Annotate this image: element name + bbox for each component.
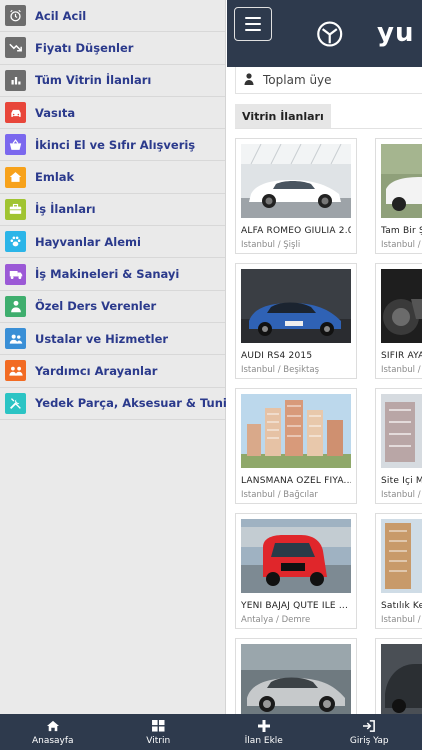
listing-card[interactable]: AUDI RS4 2015 İstanbul / Beşiktaş: [235, 263, 357, 379]
sidebar-item-is-ilanlari[interactable]: İş İlanları: [0, 194, 225, 227]
sidebar-item-label: Yedek Parça, Aksesuar & Tuning: [35, 396, 244, 411]
users-icon: [5, 328, 26, 350]
listing-photo: [381, 519, 422, 593]
truck-icon: [5, 263, 26, 285]
listing-location: İstanbul / Bağcılar: [241, 490, 318, 500]
home-icon: [46, 719, 60, 733]
listing-card[interactable]: [235, 638, 357, 714]
hamburger-menu-icon[interactable]: [234, 7, 272, 41]
grid-icon: [151, 719, 165, 733]
listing-title: YENİ BAJAJ QUTE İLE ...: [241, 601, 349, 611]
listing-photo: [241, 644, 351, 714]
brand-name: yu: [377, 18, 415, 48]
main-content: yu Toplam üye Vitrin İlanları ALFA ROMEO…: [227, 0, 422, 714]
paw-icon: [5, 231, 26, 253]
sidebar-item-ustalar[interactable]: Ustalar ve Hizmetler: [0, 323, 225, 356]
listing-card[interactable]: YENİ BAJAJ QUTE İLE ... Antalya / Demre: [235, 513, 357, 629]
tab-divider: [235, 128, 422, 129]
teacher-icon: [5, 295, 26, 317]
listing-title: Site İçi M: [381, 476, 422, 486]
listing-card[interactable]: Site İçi M İstanbul /: [375, 388, 422, 504]
listing-title: SIFIR AYA: [381, 351, 422, 361]
listing-photo: [381, 144, 422, 218]
listing-title: AUDI RS4 2015: [241, 351, 313, 361]
listing-location: İstanbul /: [381, 365, 421, 375]
nav-anasayfa[interactable]: Anasayfa: [0, 714, 106, 750]
listing-card[interactable]: [375, 638, 422, 714]
nav-label: Anasayfa: [31, 735, 74, 746]
sidebar-item-label: İş Makineleri & Sanayi: [35, 267, 180, 282]
sidebar-item-label: Yardımcı Arayanlar: [35, 363, 158, 378]
sidebar-item-emlak[interactable]: Emlak: [0, 161, 225, 194]
listing-photo: [241, 394, 351, 468]
nav-giris-yap[interactable]: Giriş Yap: [317, 714, 422, 750]
sidebar-item-label: Özel Ders Verenler: [35, 299, 157, 314]
listing-location: İstanbul / Şişli: [241, 240, 301, 250]
listing-card[interactable]: ALFA ROMEO GIULIA 2.0 İstanbul / Şişli: [235, 138, 357, 254]
nav-label: Giriş Yap: [349, 735, 389, 746]
listing-title: Satılık Ke: [381, 601, 422, 611]
member-count-bar: Toplam üye: [235, 67, 422, 94]
category-sidebar: Acil Acil Fiyatı Düşenler Tüm Vitrin İla…: [0, 0, 243, 714]
plus-icon: [257, 719, 270, 733]
sidebar-item-label: Tüm Vitrin İlanları: [35, 73, 152, 88]
listing-title: LANSMANA ÖZEL FİYA...: [241, 476, 351, 486]
listing-location: İstanbul / Beşiktaş: [241, 365, 320, 375]
tab-vitrin-ilanlari[interactable]: Vitrin İlanları: [235, 104, 331, 128]
nav-label: Vitrin: [146, 735, 171, 746]
sidebar-item-label: İkinci El ve Sıfır Alışveriş: [35, 137, 196, 152]
sidebar-item-yardimci[interactable]: Yardımcı Arayanlar: [0, 355, 225, 388]
top-bar: yu: [227, 0, 422, 67]
listing-photo: [241, 144, 351, 218]
listing-card[interactable]: Satılık Ke İstanbul /: [375, 513, 422, 629]
listing-photo: [381, 269, 422, 343]
sidebar-item-is-makineleri[interactable]: İş Makineleri & Sanayi: [0, 258, 225, 291]
people-icon: [5, 360, 26, 382]
listing-location: İstanbul /: [381, 615, 421, 625]
member-count-label: Toplam üye: [263, 73, 332, 87]
listing-title: Tam Bir Ş: [381, 226, 422, 236]
car-icon: [5, 102, 26, 124]
sidebar-item-label: Ustalar ve Hizmetler: [35, 331, 169, 346]
sidebar-item-label: Hayvanlar Alemi: [35, 234, 141, 249]
listing-photo: [241, 269, 351, 343]
sidebar-item-vasita[interactable]: Vasıta: [0, 97, 225, 130]
listing-location: Antalya / Demre: [241, 615, 311, 625]
listing-card[interactable]: SIFIR AYA İstanbul /: [375, 263, 422, 379]
bottom-navigation: Anasayfa Vitrin İlan Ekle Giriş Yap: [0, 714, 422, 750]
sidebar-item-ikinci-el[interactable]: İkinci El ve Sıfır Alışveriş: [0, 129, 225, 162]
sidebar-item-label: Fiyatı Düşenler: [35, 40, 134, 55]
briefcase-icon: [5, 198, 26, 220]
user-icon: [244, 72, 254, 88]
bar-chart-icon: [5, 69, 26, 91]
listing-photo: [381, 644, 422, 714]
nav-vitrin[interactable]: Vitrin: [106, 714, 212, 750]
listing-photo: [381, 394, 422, 468]
listing-card[interactable]: LANSMANA ÖZEL FİYA... İstanbul / Bağcıla…: [235, 388, 357, 504]
sidebar-item-fiyati-dusenler[interactable]: Fiyatı Düşenler: [0, 32, 225, 65]
alarm-clock-icon: [5, 5, 26, 27]
sidebar-item-ozel-ders[interactable]: Özel Ders Verenler: [0, 291, 225, 323]
sidebar-item-label: Vasıta: [35, 105, 76, 120]
listing-photo: [241, 519, 351, 593]
sidebar-item-label: İş İlanları: [35, 202, 96, 217]
listing-location: İstanbul /: [381, 490, 421, 500]
sidebar-item-acil[interactable]: Acil Acil: [0, 0, 225, 33]
nav-ilan-ekle[interactable]: İlan Ekle: [211, 714, 317, 750]
sidebar-item-tum-vitrin[interactable]: Tüm Vitrin İlanları: [0, 65, 225, 97]
sign-in-icon: [362, 719, 376, 733]
home-icon: [5, 166, 26, 188]
nav-label: İlan Ekle: [244, 735, 283, 746]
listing-title: ALFA ROMEO GIULIA 2.0: [241, 226, 351, 236]
listing-location: İstanbul /: [381, 240, 421, 250]
trend-down-icon: [5, 37, 26, 59]
sidebar-item-label: Acil Acil: [35, 8, 87, 23]
sidebar-item-hayvanlar[interactable]: Hayvanlar Alemi: [0, 226, 225, 259]
sidebar-item-yedek-parca[interactable]: Yedek Parça, Aksesuar & Tuning: [0, 388, 243, 420]
tools-icon: [5, 392, 26, 414]
shopping-basket-icon: [5, 134, 26, 156]
listing-card[interactable]: Tam Bir Ş İstanbul /: [375, 138, 422, 254]
brand-logo-icon: [317, 21, 343, 47]
sidebar-item-label: Emlak: [35, 170, 75, 185]
